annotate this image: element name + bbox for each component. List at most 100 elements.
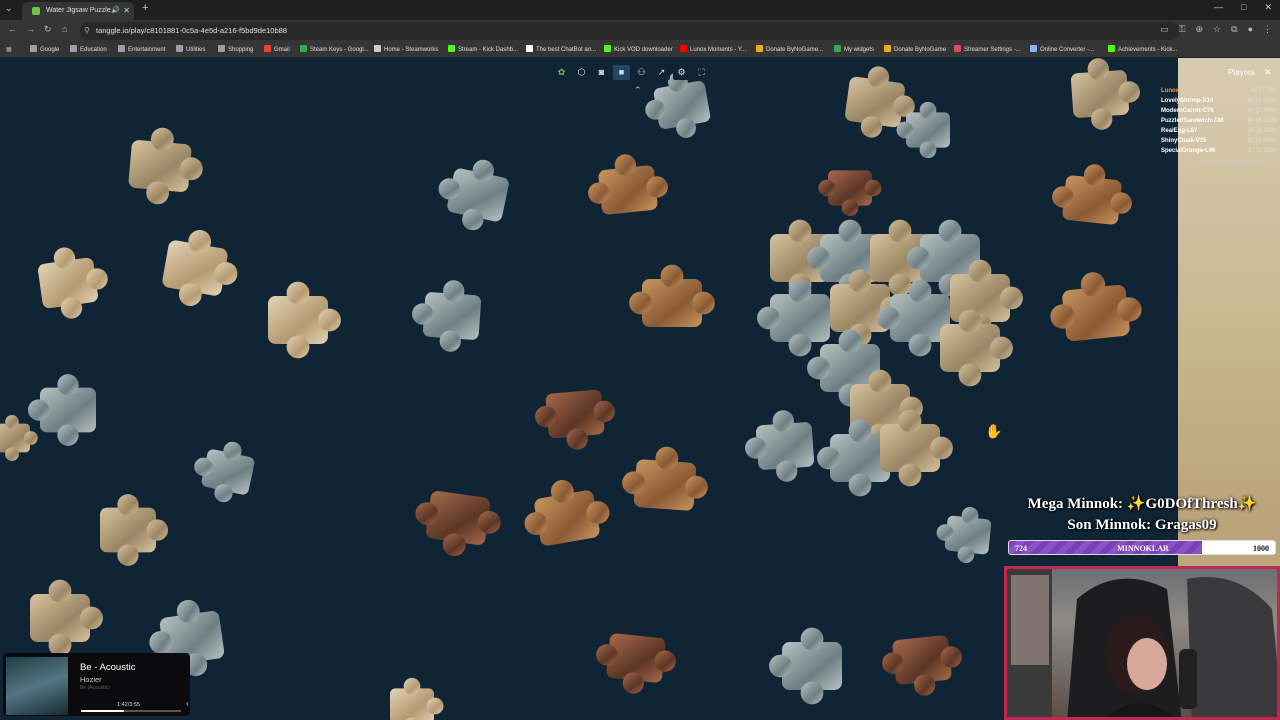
bookmark-favicon-icon xyxy=(834,45,841,52)
bookmark-star-icon[interactable]: ☆ xyxy=(1213,24,1221,35)
bookmark-item[interactable]: Gmail xyxy=(264,45,290,55)
bookmark-label: Home - Steamworks xyxy=(384,47,439,53)
audio-icon[interactable]: 🔊 xyxy=(111,2,120,20)
puzzle-piece[interactable] xyxy=(1046,267,1144,343)
puzzle-logo-icon[interactable]: ✿ xyxy=(553,65,570,80)
profile-avatar-icon[interactable]: ● xyxy=(1248,24,1253,35)
puzzle-favicon-icon xyxy=(32,7,40,15)
bookmark-item[interactable]: Shopping xyxy=(218,45,253,55)
bookmark-favicon-icon xyxy=(300,45,307,52)
fullscreen-icon[interactable]: ⛶ xyxy=(693,65,710,80)
puzzle-piece[interactable] xyxy=(584,150,670,216)
puzzle-piece[interactable] xyxy=(629,264,715,327)
bookmark-item[interactable]: Online Converter -... xyxy=(1030,45,1094,55)
chevron-up-icon[interactable]: ⌃ xyxy=(634,85,642,96)
bookmark-item[interactable]: Entertainment xyxy=(118,45,165,55)
players-icon[interactable]: ⚇ xyxy=(633,65,650,80)
bookmark-item[interactable]: Streamer Settings -... xyxy=(954,45,1021,55)
puzzle-piece[interactable] xyxy=(390,677,444,720)
puzzle-piece[interactable] xyxy=(592,632,678,698)
zoom-icon[interactable]: ⊕ xyxy=(1196,24,1204,35)
bookmark-item[interactable]: Stream - Kick Dashb... xyxy=(448,45,518,55)
extensions-icon[interactable]: ⧉ xyxy=(1231,24,1237,35)
address-bar[interactable]: ⚲ tanggle.io/play/c8101881-0c5a-4e5d-a21… xyxy=(80,22,1180,40)
tab-list-icon[interactable]: ⌄ xyxy=(5,3,13,14)
bookmark-item[interactable]: Home - Steamworks xyxy=(374,45,438,55)
puzzle-piece[interactable] xyxy=(30,579,103,657)
bookmark-item[interactable]: Google xyxy=(30,45,59,55)
puzzle-piece[interactable] xyxy=(1050,160,1136,226)
close-tab-icon[interactable]: ✕ xyxy=(123,2,130,20)
puzzle-piece[interactable] xyxy=(533,388,618,453)
bookmark-item[interactable]: Education xyxy=(70,45,107,55)
cast-icon[interactable]: ▭ xyxy=(1160,24,1169,35)
bookmark-item[interactable]: Kick VOD downloader xyxy=(604,45,673,55)
puzzle-piece[interactable] xyxy=(0,414,38,462)
puzzle-piece[interactable] xyxy=(743,408,816,484)
box-icon[interactable]: ■ xyxy=(613,65,630,80)
puzzle-piece[interactable] xyxy=(188,435,258,507)
players-total: Total: 256 / 805 (31.8%) xyxy=(1206,160,1260,166)
apps-icon[interactable]: ▦ xyxy=(6,45,12,55)
bookmark-favicon-icon xyxy=(70,45,77,52)
tab-active[interactable]: Water Jigsaw Puzzle 🔊 ✕ xyxy=(22,2,134,20)
puzzle-piece[interactable] xyxy=(35,242,112,322)
maximize-icon[interactable]: □ xyxy=(1241,2,1246,13)
window-controls: — □ ✕ xyxy=(1214,2,1272,13)
bookmark-item[interactable]: Achievements - Kick... xyxy=(1108,45,1177,55)
close-window-icon[interactable]: ✕ xyxy=(1264,2,1272,13)
forward-icon[interactable]: → xyxy=(26,24,35,34)
reload-icon[interactable]: ↻ xyxy=(44,24,52,35)
home-icon[interactable]: ⌂ xyxy=(62,24,67,34)
puzzle-piece[interactable] xyxy=(934,504,993,566)
settings-icon[interactable]: ⚙ xyxy=(673,65,690,80)
puzzle-piece[interactable] xyxy=(769,627,842,705)
player-score: 17 (2.11%) xyxy=(1248,148,1277,154)
bookmark-item[interactable]: Lunox Moments - Y... xyxy=(680,45,746,55)
puzzle-piece[interactable] xyxy=(100,494,169,566)
site-info-icon[interactable]: ⚲ xyxy=(84,22,90,40)
puzzle-piece[interactable] xyxy=(518,473,613,549)
browser-toolbar: ← → ↻ ⌂ ⚲ tanggle.io/play/c8101881-0c5a-… xyxy=(0,20,1280,42)
player-score: 55 (6.83%) xyxy=(1247,98,1277,104)
player-row: ShinyCloak-V25 20 (2.48%) xyxy=(1161,138,1277,148)
puzzle-piece[interactable] xyxy=(159,225,244,313)
puzzle-piece[interactable] xyxy=(27,374,96,446)
back-icon[interactable]: ← xyxy=(8,24,17,34)
song-progress-bar xyxy=(81,710,181,712)
pieces-icon[interactable]: ⬡ xyxy=(573,65,590,80)
song-title: Be - Acoustic xyxy=(80,662,136,673)
share-icon[interactable]: ↗ xyxy=(653,65,670,80)
puzzle-piece[interactable] xyxy=(1070,58,1143,132)
preview-icon[interactable]: ◙ xyxy=(593,65,610,80)
puzzle-piece[interactable] xyxy=(431,152,512,236)
bookmark-item[interactable]: My widgets xyxy=(834,45,874,55)
tab-bar: ⌄ Water Jigsaw Puzzle 🔊 ✕ + — □ ✕ xyxy=(0,0,1280,20)
bookmark-item[interactable]: The best ChatBot an... xyxy=(526,45,596,55)
bookmark-favicon-icon xyxy=(448,45,455,52)
new-tab-icon[interactable]: + xyxy=(142,2,148,14)
bookmark-label: Utilities xyxy=(186,47,206,53)
puzzle-piece[interactable] xyxy=(621,444,711,512)
password-icon[interactable]: ⚿ xyxy=(1179,24,1186,35)
puzzle-piece[interactable] xyxy=(127,125,206,208)
now-playing-widget: Be - Acoustic Hozier Be (Acoustic) 1:42/… xyxy=(3,653,190,716)
menu-icon[interactable]: ⋮ xyxy=(1263,24,1272,35)
webcam-image xyxy=(1007,569,1277,717)
bookmark-favicon-icon xyxy=(1030,45,1037,52)
puzzle-piece[interactable] xyxy=(818,170,882,217)
puzzle-piece[interactable] xyxy=(880,634,966,700)
bookmark-item[interactable]: Donate ByNoGame xyxy=(884,45,946,55)
close-icon[interactable]: ✕ xyxy=(1264,67,1272,78)
puzzle-piece[interactable] xyxy=(757,279,830,357)
puzzle-piece[interactable] xyxy=(410,277,483,353)
bookmark-item[interactable]: Steam Keys - Googl... xyxy=(300,45,369,55)
bookmark-favicon-icon xyxy=(1108,45,1115,52)
puzzle-piece[interactable] xyxy=(410,488,504,562)
collapse-music-icon[interactable]: ‹ xyxy=(186,699,189,708)
bookmark-item[interactable]: Utilities xyxy=(176,45,205,55)
minimize-icon[interactable]: — xyxy=(1214,2,1223,13)
puzzle-piece[interactable] xyxy=(268,281,341,359)
player-score: 25 (3.11%) xyxy=(1248,128,1277,134)
bookmark-item[interactable]: Donate ByNoGame... xyxy=(756,45,823,55)
